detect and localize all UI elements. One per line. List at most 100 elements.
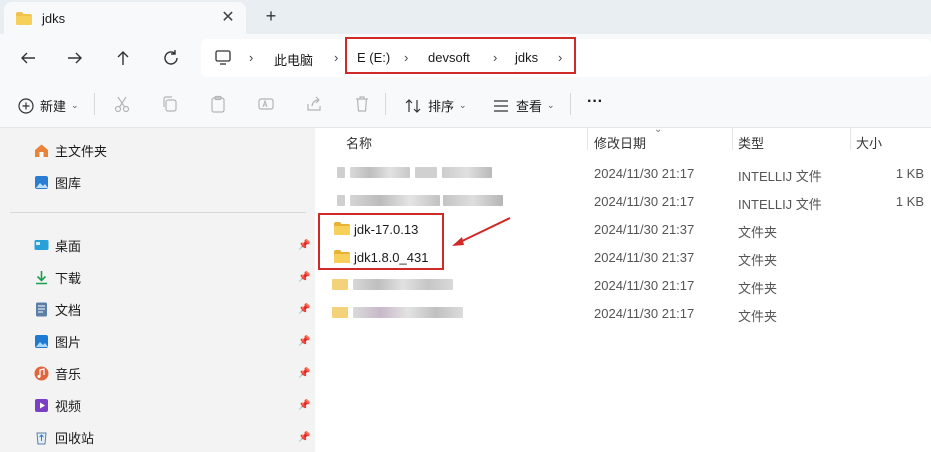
blurred-name xyxy=(415,167,437,178)
sidebar-divider xyxy=(10,212,306,213)
file-size: 1 KB xyxy=(895,194,924,209)
sort-icon xyxy=(405,98,421,113)
sidebar-item-gallery[interactable]: 图库 xyxy=(34,172,81,192)
pin-icon[interactable]: 📌 xyxy=(298,272,310,283)
videos-icon xyxy=(35,398,48,412)
sidebar-item-label: 音乐 xyxy=(55,366,82,382)
music-icon xyxy=(34,366,49,380)
blurred-name xyxy=(442,167,492,178)
table-row[interactable]: 2024/11/30 21:17 INTELLIJ 文件 1 KB xyxy=(315,186,931,214)
view-button[interactable]: 查看 ⌄ xyxy=(492,96,555,115)
sidebar-item-documents[interactable]: 文档 xyxy=(34,299,81,319)
file-type: 文件夹 xyxy=(738,225,778,240)
command-bar: 新建 ⌄ 排序 ⌄ 查看 ⌄ ··· xyxy=(0,81,931,128)
sidebar-item-label: 回收站 xyxy=(55,430,95,446)
folder-icon xyxy=(16,11,32,25)
navigation-pane: 主文件夹 图库 桌面 📌 下载 📌 文档 📌 图片 📌 音乐 📌 视频 📌 回收… xyxy=(0,128,315,452)
file-type: 文件夹 xyxy=(738,281,778,296)
pin-icon[interactable]: 📌 xyxy=(298,336,310,347)
up-arrow-icon[interactable] xyxy=(111,46,135,70)
pin-icon[interactable]: 📌 xyxy=(298,432,310,443)
file-type: INTELLIJ 文件 xyxy=(738,197,822,212)
rename-icon[interactable] xyxy=(257,95,275,113)
delete-icon[interactable] xyxy=(353,95,371,113)
sidebar-item-home[interactable]: 主文件夹 xyxy=(34,140,107,160)
close-tab-icon[interactable]: ✕ xyxy=(220,10,236,26)
recycle-bin-icon xyxy=(36,432,47,444)
copy-icon[interactable] xyxy=(161,95,179,113)
pin-icon[interactable]: 📌 xyxy=(298,368,310,379)
pin-icon[interactable]: 📌 xyxy=(298,240,310,251)
sidebar-item-label: 桌面 xyxy=(55,238,82,254)
new-label: 新建 xyxy=(40,99,67,114)
sort-button[interactable]: 排序 ⌄ xyxy=(404,96,467,115)
pictures-icon xyxy=(35,334,48,348)
gallery-icon xyxy=(35,175,48,189)
document-icon xyxy=(36,302,47,316)
blurred-name xyxy=(353,279,453,290)
column-header-modified[interactable]: 修改日期 xyxy=(594,133,646,152)
new-tab-button[interactable]: + xyxy=(262,6,280,26)
column-separator xyxy=(732,128,733,150)
blurred-file-icon xyxy=(337,167,345,178)
folder-annotation-box xyxy=(318,213,444,270)
cut-icon[interactable] xyxy=(113,95,131,113)
toolbar-divider xyxy=(94,93,95,115)
column-header-type[interactable]: 类型 xyxy=(738,133,764,152)
modified-date: 2024/11/30 21:17 xyxy=(594,278,695,293)
paste-icon[interactable] xyxy=(209,95,227,113)
more-options-button[interactable]: ··· xyxy=(587,93,603,111)
modified-date: 2024/11/30 21:17 xyxy=(594,306,695,321)
desktop-icon xyxy=(34,239,49,250)
table-row[interactable]: 2024/11/30 21:17 文件夹 xyxy=(315,270,931,298)
chevron-down-icon: ⌄ xyxy=(547,100,555,110)
breadcrumb-this-pc[interactable]: 此电脑 xyxy=(274,50,313,69)
sidebar-item-desktop[interactable]: 桌面 xyxy=(34,235,81,255)
modified-date: 2024/11/30 21:37 xyxy=(594,250,695,265)
table-row[interactable]: 2024/11/30 21:17 INTELLIJ 文件 1 KB xyxy=(315,158,931,186)
share-icon[interactable] xyxy=(305,95,323,113)
file-type: 文件夹 xyxy=(738,309,778,324)
toolbar-divider xyxy=(570,93,571,115)
modified-date: 2024/11/30 21:17 xyxy=(594,194,695,209)
blurred-name xyxy=(353,307,463,318)
plus-circle-icon xyxy=(18,97,34,114)
sidebar-item-downloads[interactable]: 下载 xyxy=(34,267,81,287)
breadcrumb-separator[interactable]: › xyxy=(249,50,253,65)
computer-icon xyxy=(215,50,231,65)
sidebar-item-pictures[interactable]: 图片 xyxy=(34,331,81,351)
sidebar-item-label: 图片 xyxy=(55,334,82,350)
view-icon xyxy=(494,99,508,112)
blurred-folder-icon xyxy=(332,279,348,290)
blurred-file-icon xyxy=(337,195,345,206)
modified-date: 2024/11/30 21:17 xyxy=(594,166,695,181)
back-arrow-icon[interactable] xyxy=(16,46,40,70)
forward-arrow-icon[interactable] xyxy=(63,46,87,70)
pin-icon[interactable]: 📌 xyxy=(298,400,310,411)
pin-icon[interactable]: 📌 xyxy=(298,304,310,315)
refresh-icon[interactable] xyxy=(159,46,183,70)
sort-label: 排序 xyxy=(428,99,455,114)
new-button[interactable]: 新建 ⌄ xyxy=(18,96,79,115)
sidebar-item-label: 文档 xyxy=(55,302,82,318)
table-row[interactable]: 2024/11/30 21:17 文件夹 xyxy=(315,298,931,326)
sidebar-item-music[interactable]: 音乐 xyxy=(34,363,81,383)
blurred-name xyxy=(350,167,410,178)
sort-chevron-icon: ⌄ xyxy=(654,124,663,135)
blurred-name xyxy=(443,195,503,206)
column-header-size[interactable]: 大小 xyxy=(856,133,882,152)
sidebar-item-recycle-bin[interactable]: 回收站 xyxy=(34,427,94,447)
tab-jdks[interactable]: jdks ✕ xyxy=(4,2,246,34)
sidebar-item-label: 主文件夹 xyxy=(55,143,108,159)
sidebar-item-videos[interactable]: 视频 xyxy=(34,395,81,415)
toolbar-divider xyxy=(385,93,386,115)
annotation-arrow-icon xyxy=(452,217,511,246)
file-size: 1 KB xyxy=(895,166,924,181)
tab-title: jdks xyxy=(42,10,66,26)
blurred-folder-icon xyxy=(332,307,348,318)
file-list: 名称 修改日期 ⌄ 类型 大小 2024/11/30 21:17 INTELLI… xyxy=(315,124,931,452)
column-header-name[interactable]: 名称 xyxy=(346,133,372,152)
breadcrumb-separator[interactable]: › xyxy=(334,50,338,65)
sidebar-item-label: 图库 xyxy=(55,175,82,191)
column-separator xyxy=(850,128,851,150)
